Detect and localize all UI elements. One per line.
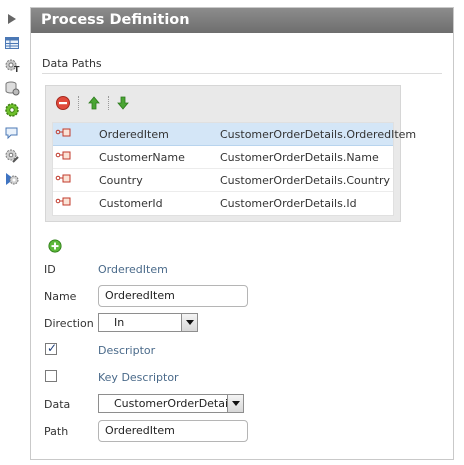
chevron-down-icon[interactable] [181, 314, 197, 331]
data-path-icon [55, 195, 71, 211]
name-input[interactable]: OrderedItem [98, 285, 248, 307]
gear-green-icon[interactable] [4, 102, 20, 118]
data-path-icon [55, 149, 71, 165]
path-input[interactable]: OrderedItem [98, 420, 248, 442]
row-path: CustomerOrderDetails.OrderedItem [220, 128, 417, 141]
section-title: Data Paths [42, 57, 102, 70]
expand-arrow-icon[interactable] [4, 11, 20, 27]
process-definition-panel: Process Definition Data Paths OrderedIte… [30, 7, 454, 460]
row-name: CustomerName [99, 151, 185, 164]
direction-select[interactable]: In [98, 313, 198, 332]
section-divider [42, 73, 442, 74]
key-descriptor-label: Key Descriptor [98, 371, 179, 384]
id-label: ID [44, 263, 56, 276]
data-value: CustomerOrderDetails [114, 397, 237, 410]
speech-bubble-icon[interactable] [4, 125, 20, 141]
data-path-icon [55, 126, 71, 142]
move-up-icon[interactable] [86, 95, 102, 111]
id-value: OrderedItem [98, 263, 168, 276]
panel-title: Process Definition [31, 8, 453, 33]
chevron-down-icon[interactable] [227, 395, 243, 412]
table-icon[interactable] [4, 35, 20, 51]
check-icon: ✓ [47, 341, 58, 355]
direction-label: Direction [44, 317, 94, 330]
name-label: Name [44, 290, 77, 303]
table-row[interactable]: CustomerName CustomerOrderDetails.Name [53, 146, 393, 169]
toolbar-separator [78, 96, 80, 110]
database-icon[interactable] [4, 80, 20, 96]
row-name: OrderedItem [99, 128, 169, 141]
key-descriptor-checkbox[interactable] [45, 370, 57, 382]
path-label: Path [44, 425, 69, 438]
row-name: Country [99, 174, 143, 187]
remove-icon[interactable] [55, 95, 71, 111]
row-path: CustomerOrderDetails.Country [220, 174, 391, 187]
toolbar-separator [108, 96, 110, 110]
data-paths-grid: OrderedItem CustomerOrderDetails.Ordered… [45, 85, 416, 222]
table-row[interactable]: CustomerId CustomerOrderDetails.Id [53, 192, 393, 215]
table-row[interactable]: Country CustomerOrderDetails.Country [53, 169, 393, 192]
gear-text-icon[interactable]: T [4, 57, 20, 73]
svg-text:T: T [14, 65, 20, 73]
move-down-icon[interactable] [115, 95, 131, 111]
data-path-icon [55, 172, 71, 188]
direction-value: In [114, 316, 125, 329]
data-paths-list: OrderedItem CustomerOrderDetails.Ordered… [52, 122, 416, 216]
gear-pencil-icon[interactable] [4, 148, 20, 164]
table-row[interactable]: OrderedItem CustomerOrderDetails.Ordered… [53, 123, 416, 146]
row-path: CustomerOrderDetails.Name [220, 151, 379, 164]
data-label: Data [44, 398, 71, 411]
descriptor-label: Descriptor [98, 344, 156, 357]
descriptor-checkbox[interactable]: ✓ [45, 341, 58, 355]
data-select[interactable]: CustomerOrderDetails [98, 394, 244, 413]
gear-arrow-icon[interactable] [4, 171, 20, 187]
add-icon[interactable] [48, 239, 62, 253]
row-name: CustomerId [99, 197, 163, 210]
row-path: CustomerOrderDetails.Id [220, 197, 357, 210]
